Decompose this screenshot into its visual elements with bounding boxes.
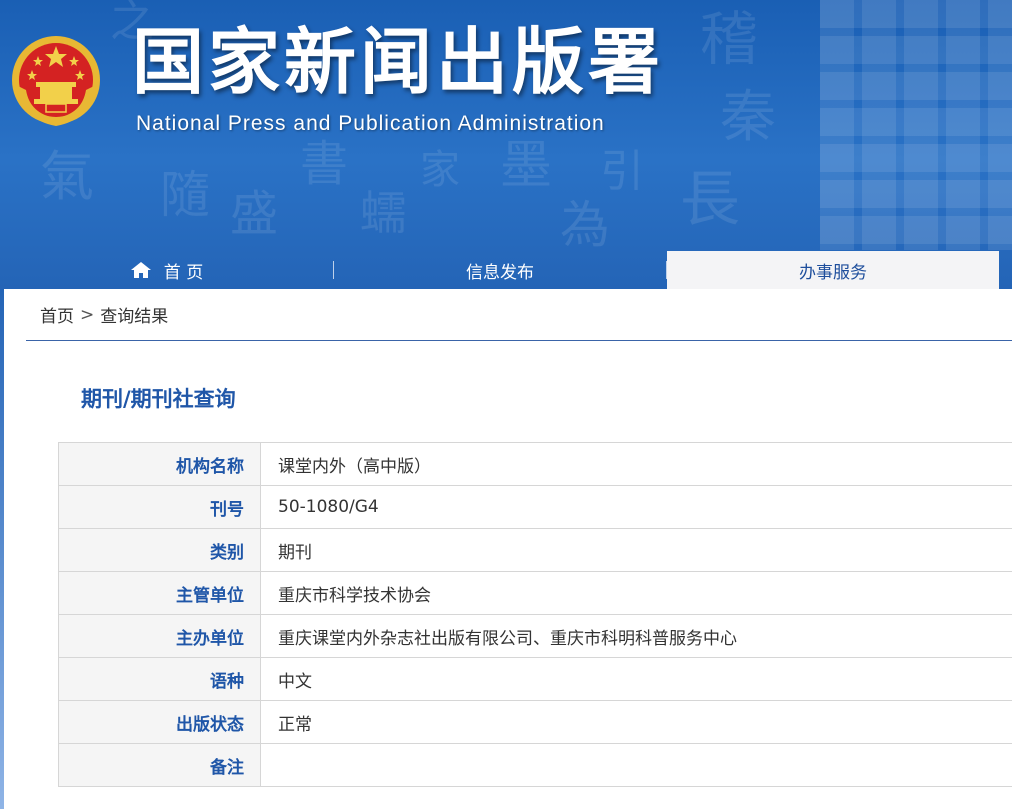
table-row: 刊号 50-1080/G4	[58, 485, 1012, 529]
row-label: 刊号	[58, 485, 261, 529]
row-label: 出版状态	[58, 700, 261, 744]
bg-calligraphy: 引	[600, 146, 644, 197]
national-emblem-icon	[12, 36, 100, 126]
bg-calligraphy: 墨	[500, 136, 553, 196]
breadcrumb: 首页 > 查询结果	[26, 289, 1012, 341]
home-icon	[130, 262, 151, 278]
table-row: 主管单位 重庆市科学技术协会	[58, 571, 1012, 615]
bg-calligraphy: 家	[420, 147, 460, 193]
nav-item-home[interactable]: 首 页	[0, 251, 333, 289]
row-label: 语种	[58, 657, 261, 701]
row-value: 重庆市科学技术协会	[260, 571, 1012, 615]
row-value	[260, 743, 1012, 787]
row-value: 正常	[260, 700, 1012, 744]
nav-item-info-release[interactable]: 信息发布	[334, 251, 666, 289]
breadcrumb-home-link[interactable]: 首页	[40, 302, 74, 327]
table-row: 出版状态 正常	[58, 700, 1012, 744]
row-label: 类别	[58, 528, 261, 572]
bg-calligraphy: 盛	[230, 186, 279, 242]
row-value: 50-1080/G4	[260, 485, 1012, 529]
bg-seal-grid	[820, 0, 1012, 250]
main-nav: 首 页 信息发布 办事服务	[0, 251, 1012, 289]
site-header: 之 書 家 墨 引 稽 秦 長 氣 隨 盛 蠕 為 国家新闻出版署 Nation…	[0, 0, 1012, 290]
row-value: 中文	[260, 657, 1012, 701]
nav-item-services[interactable]: 办事服务	[667, 251, 999, 289]
row-label: 主管单位	[58, 571, 261, 615]
bg-calligraphy: 隨	[160, 166, 210, 224]
row-label: 主办单位	[58, 614, 261, 658]
bg-calligraphy: 稽	[700, 5, 759, 73]
row-label: 机构名称	[58, 442, 261, 486]
row-value: 课堂内外（高中版）	[260, 442, 1012, 486]
row-value: 重庆课堂内外杂志社出版有限公司、重庆市科明科普服务中心	[260, 614, 1012, 658]
bg-calligraphy: 書	[300, 136, 349, 192]
table-row: 语种 中文	[58, 657, 1012, 701]
bg-calligraphy: 氣	[40, 145, 94, 208]
table-row: 备注	[58, 743, 1012, 787]
table-row: 主办单位 重庆课堂内外杂志社出版有限公司、重庆市科明科普服务中心	[58, 614, 1012, 658]
section-title: 期刊/期刊社查询	[81, 387, 236, 411]
bg-calligraphy: 為	[560, 196, 610, 254]
table-row: 机构名称 课堂内外（高中版）	[58, 442, 1012, 486]
bg-calligraphy: 秦	[720, 85, 776, 150]
site-title: 国家新闻出版署	[132, 20, 665, 104]
row-value: 期刊	[260, 528, 1012, 572]
bg-calligraphy: 長	[680, 165, 740, 235]
row-label: 备注	[58, 743, 261, 787]
nav-label: 办事服务	[799, 262, 867, 283]
table-row: 类别 期刊	[58, 528, 1012, 572]
bg-calligraphy: 蠕	[360, 186, 406, 240]
nav-label: 信息发布	[466, 262, 534, 283]
journal-info-table: 机构名称 课堂内外（高中版） 刊号 50-1080/G4 类别 期刊 主管单位 …	[58, 442, 1012, 787]
nav-label: 首 页	[163, 262, 204, 283]
breadcrumb-current: 查询结果	[100, 307, 169, 327]
site-subtitle: National Press and Publication Administr…	[136, 112, 605, 135]
breadcrumb-separator: >	[80, 304, 95, 325]
main-content: 首页 > 查询结果 期刊/期刊社查询 机构名称 课堂内外（高中版） 刊号 50-…	[4, 289, 1012, 809]
